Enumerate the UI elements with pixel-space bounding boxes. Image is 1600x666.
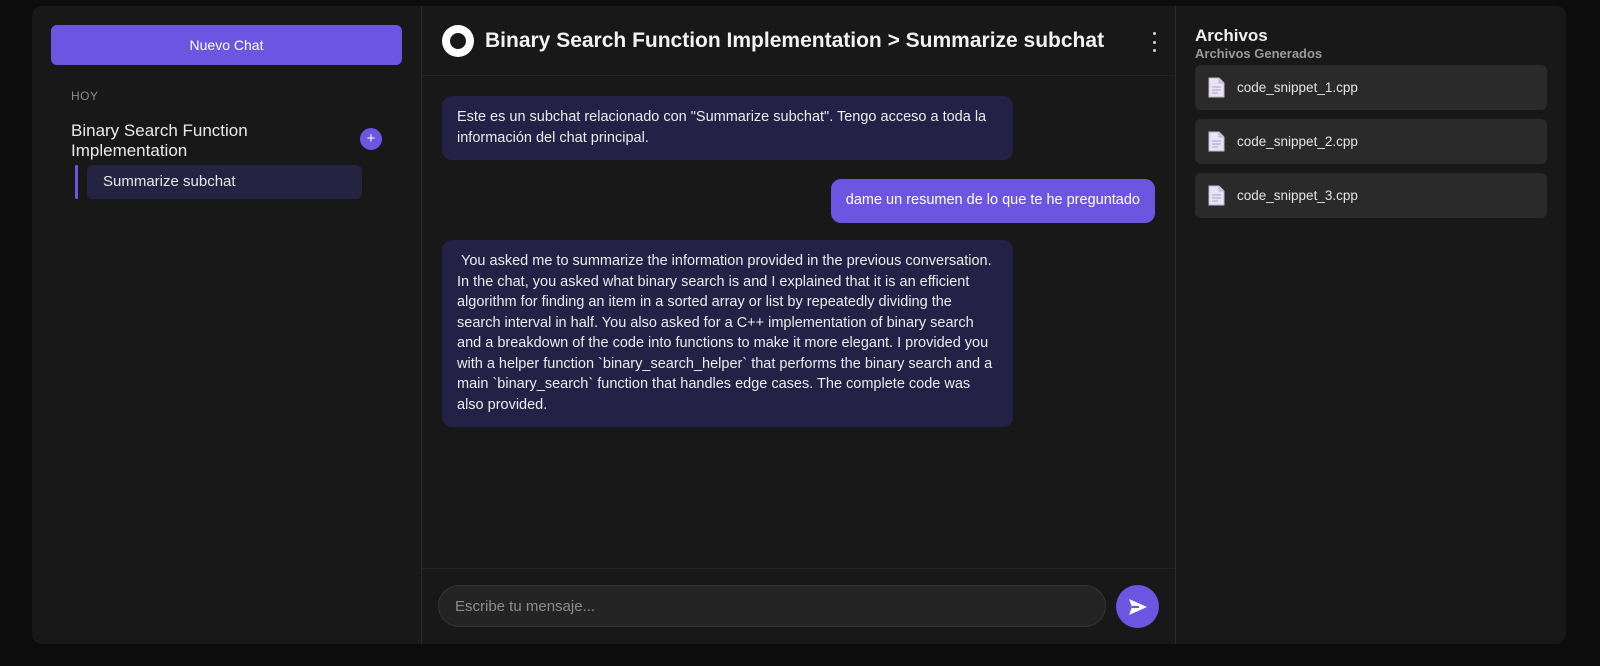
- assistant-message: You asked me to summarize the informatio…: [442, 240, 1013, 427]
- message-input[interactable]: [438, 585, 1106, 627]
- file-icon: [1208, 185, 1225, 206]
- user-message: dame un resumen de lo que te he pregunta…: [830, 179, 1155, 223]
- file-name: code_snippet_1.cpp: [1237, 80, 1358, 95]
- chat-header: Binary Search Function Implementation > …: [422, 6, 1175, 76]
- sidebar: Nuevo Chat HOY Binary Search Function Im…: [32, 6, 422, 644]
- chat-title: Binary Search Function Implementation: [71, 121, 248, 160]
- send-icon: [1128, 598, 1147, 615]
- logo-icon: [442, 24, 474, 57]
- file-name: code_snippet_2.cpp: [1237, 134, 1358, 149]
- files-subtitle: Archivos Generados: [1195, 46, 1323, 61]
- new-chat-button[interactable]: Nuevo Chat: [51, 25, 402, 65]
- message-list: Este es un subchat relacionado con "Summ…: [422, 76, 1175, 556]
- add-subchat-button[interactable]: +: [360, 128, 382, 150]
- kebab-menu-icon[interactable]: [1149, 32, 1159, 52]
- file-item[interactable]: code_snippet_3.cpp: [1195, 173, 1547, 218]
- files-panel: Archivos Archivos Generados code_snippet…: [1176, 6, 1566, 644]
- file-list: code_snippet_1.cpp code_snippet_2.cpp co…: [1195, 65, 1547, 218]
- app-window: Nuevo Chat HOY Binary Search Function Im…: [32, 6, 1566, 644]
- subchat-item[interactable]: Summarize subchat: [75, 165, 402, 199]
- files-title: Archivos: [1195, 26, 1268, 45]
- file-icon: [1208, 77, 1225, 98]
- subchat-indicator: [75, 165, 78, 199]
- file-item[interactable]: code_snippet_1.cpp: [1195, 65, 1547, 110]
- chat-panel: Binary Search Function Implementation > …: [422, 6, 1176, 644]
- file-name: code_snippet_3.cpp: [1237, 188, 1358, 203]
- chat-item[interactable]: Binary Search Function Implementation +: [71, 121, 382, 161]
- section-label-today: HOY: [71, 89, 99, 103]
- assistant-message: Este es un subchat relacionado con "Summ…: [442, 96, 1013, 160]
- file-item[interactable]: code_snippet_2.cpp: [1195, 119, 1547, 164]
- subchat-label: Summarize subchat: [87, 165, 362, 199]
- send-button[interactable]: [1116, 585, 1159, 628]
- file-icon: [1208, 131, 1225, 152]
- composer: [422, 568, 1175, 644]
- page-title: Binary Search Function Implementation > …: [485, 28, 1105, 52]
